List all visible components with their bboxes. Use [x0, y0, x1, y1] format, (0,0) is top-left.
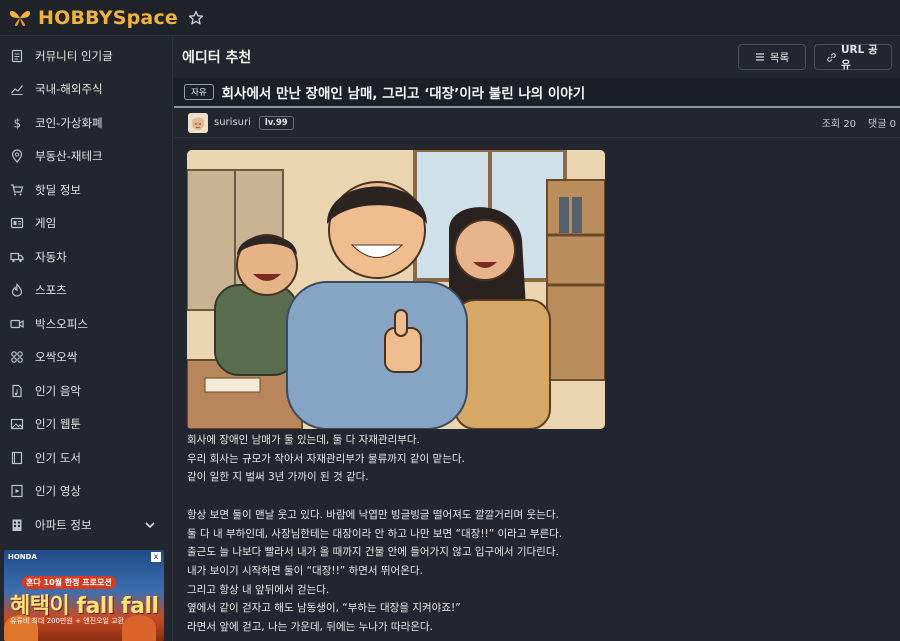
sidebar-item-coin[interactable]: $ 코인-가상화폐	[0, 106, 172, 140]
avatar[interactable]	[188, 112, 208, 133]
sidebar-item-label: 부동산-재테크	[35, 149, 103, 164]
sidebar-item-popular[interactable]: 커뮤니티 인기글	[0, 39, 172, 73]
sidebar-item-label: 인기 영상	[35, 484, 81, 499]
category-tag[interactable]: 자유	[184, 84, 214, 100]
svg-text:$: $	[14, 116, 22, 130]
comment-count[interactable]: 댓글 0	[868, 115, 896, 130]
post-meta: surisuri lv.99 조회 20 댓글 0	[174, 108, 900, 138]
sidebar-item-label: 박스오피스	[35, 316, 88, 331]
location-pin-icon	[11, 149, 23, 164]
sidebar-item-game[interactable]: 게임	[0, 207, 172, 241]
sidebar-item-label: 코인-가상화폐	[35, 115, 103, 130]
sidebar-item-label: 인기 음악	[35, 383, 81, 398]
ad-footnote: 유류비 최대 200만원 + 엔진오일 교환	[10, 617, 125, 625]
grid-icon	[11, 351, 23, 364]
office-illustration	[187, 150, 605, 429]
url-share-button[interactable]: URL 공유	[814, 44, 892, 71]
dollar-icon: $	[14, 116, 22, 130]
main-content: 에디터 추천 목록 URL 공유 자유 회사에서 만난 장애인 남매, 그리고 …	[174, 36, 900, 641]
sidebar-item-label: 인기 웹툰	[35, 417, 81, 432]
sidebar-item-music[interactable]: 인기 음악	[0, 374, 172, 408]
music-file-icon	[12, 384, 22, 397]
site-logo[interactable]: HOBBYSpace	[8, 7, 178, 29]
body-line: 옆에서 같이 걷자고 해도 남동생이, “부하는 대장을 지켜야죠!”	[187, 602, 461, 615]
post-title-bar: 자유 회사에서 만난 장애인 남매, 그리고 ‘대장’이라 불린 나의 이야기	[174, 78, 900, 108]
post-title: 회사에서 만난 장애인 남매, 그리고 ‘대장’이라 불린 나의 이야기	[221, 86, 586, 102]
gamepad-icon	[10, 218, 24, 229]
top-bar: HOBBYSpace	[0, 0, 900, 36]
sidebar-item-apartment[interactable]: 아파트 정보	[0, 508, 172, 542]
view-count: 조회 20	[821, 119, 857, 130]
book-icon	[11, 451, 23, 464]
sidebar-item-label: 자동차	[35, 249, 67, 264]
cart-icon	[11, 184, 24, 196]
sidebar-item-label: 국내-해외주식	[35, 82, 103, 97]
document-icon	[11, 49, 23, 62]
body-line: 같이 일한 지 벌써 3년 가까이 된 것 같다.	[187, 471, 369, 484]
sidebar-item-realestate[interactable]: 부동산-재테크	[0, 140, 172, 174]
page-header: 에디터 추천 목록 URL 공유	[174, 36, 900, 78]
list-button[interactable]: 목록	[738, 44, 806, 70]
body-line: 내가 보이기 시작하면 둘이 “대장!!” 하면서 뛰어온다.	[187, 564, 423, 577]
image-icon	[10, 419, 24, 430]
sidebar-item-label: 게임	[35, 216, 57, 231]
sidebar-item-label: 핫딜 정보	[35, 182, 81, 197]
share-button-label: URL 공유	[841, 44, 878, 71]
avatar-image	[188, 112, 208, 133]
logo-text: HOBBYSpace	[38, 6, 178, 29]
sidebar-item-horror[interactable]: 오싹오싹	[0, 341, 172, 375]
list-icon	[755, 53, 764, 61]
body-line: 라면서 앞에 걷고, 나는 가운데, 뒤에는 누나가 따라온다.	[187, 621, 433, 634]
star-icon[interactable]	[188, 10, 204, 26]
sidebar-item-label: 커뮤니티 인기글	[35, 48, 113, 63]
sidebar-item-stocks[interactable]: 국내-해외주식	[0, 73, 172, 107]
butterfly-icon	[9, 10, 31, 26]
sidebar-item-hotdeal[interactable]: 핫딜 정보	[0, 173, 172, 207]
sidebar-item-boxoffice[interactable]: 박스오피스	[0, 307, 172, 341]
level-badge: lv.99	[258, 115, 294, 130]
ad-brand: HONDA	[8, 553, 37, 561]
sidebar-item-video[interactable]: 인기 영상	[0, 475, 172, 509]
truck-icon	[10, 252, 24, 262]
ad-close-icon[interactable]: x	[151, 552, 161, 562]
body-line: 항상 보면 둘이 맨날 웃고 있다. 바람에 낙엽만 빙글빙글 떨어져도 깔깔거…	[187, 508, 559, 521]
sidebar-item-car[interactable]: 자동차	[0, 240, 172, 274]
body-line: 회사에 장애인 남매가 둘 있는데, 둘 다 자재관리부다.	[187, 434, 420, 446]
body-line: 둘 다 내 부하인데, 사장님한테는 대장이라 안 하고 나만 보면 “대장!!…	[187, 527, 563, 540]
post-body: 회사에 장애인 남매가 둘 있는데, 둘 다 자재관리부다. 우리 회사는 규모…	[187, 431, 887, 637]
body-line: 출근도 늘 나보다 빨라서 내가 올 때까지 건물 안에 들어가지 않고 입구에…	[187, 546, 559, 559]
post-illustration	[187, 150, 605, 429]
author-name[interactable]: surisuri	[214, 117, 251, 128]
sidebar-item-label: 아파트 정보	[35, 517, 92, 532]
building-icon	[12, 519, 22, 531]
page-title: 에디터 추천	[182, 50, 252, 66]
sidebar-item-webtoon[interactable]: 인기 웹툰	[0, 408, 172, 442]
play-file-icon	[11, 485, 23, 498]
body-line: 우리 회사는 규모가 작아서 자재관리부가 물류까지 같이 맡는다.	[187, 452, 465, 465]
list-button-label: 목록	[769, 51, 790, 64]
chart-line-icon	[11, 85, 23, 96]
sidebar-item-books[interactable]: 인기 도서	[0, 441, 172, 475]
sidebar: 커뮤니티 인기글 국내-해외주식 $ 코인-가상화폐 부동산-재테크 핫딜 정보…	[0, 36, 173, 641]
body-line: 그리고 항상 내 앞뒤에서 걷는다.	[187, 583, 330, 596]
chevron-down-icon[interactable]	[144, 519, 156, 531]
body-spacer	[187, 487, 887, 506]
sidebar-ad-banner[interactable]: HONDA x 혼다 10월 한정 프로모션 혜택이 fall fall 유류비…	[4, 550, 164, 641]
video-camera-icon	[10, 319, 24, 328]
flame-icon	[11, 283, 23, 297]
link-icon	[827, 52, 836, 62]
sidebar-item-label: 오싹오싹	[35, 350, 78, 365]
sidebar-item-label: 스포츠	[35, 283, 67, 298]
sidebar-item-sports[interactable]: 스포츠	[0, 274, 172, 308]
sidebar-item-label: 인기 도서	[35, 450, 81, 465]
